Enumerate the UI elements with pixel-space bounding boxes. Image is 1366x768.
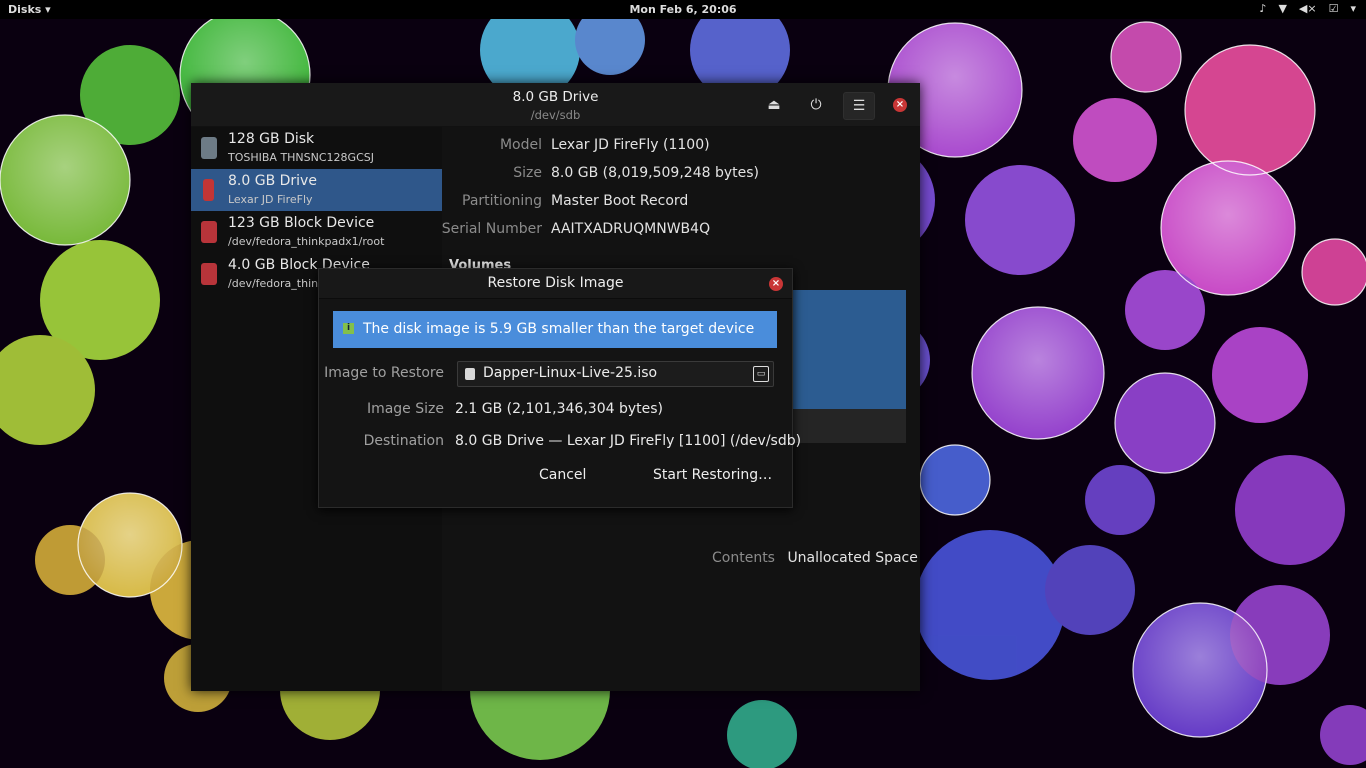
top-bar: Disks ▾ Mon Feb 6, 20:06 ♪ ▼ ◀× ☑ ▾ — [0, 0, 1366, 19]
power-off-button[interactable]: ⏻ — [801, 92, 831, 118]
device-label: 8.0 GB Drive — [228, 173, 317, 189]
close-icon: × — [893, 98, 907, 112]
partitioning-row: Partitioning Master Boot Record — [443, 193, 920, 213]
serial-row: Serial Number AAITXADRUQMNWB4Q — [441, 221, 920, 241]
device-sublabel: /dev/fedora_thin — [228, 277, 319, 290]
dialog-title: Restore Disk Image — [487, 275, 624, 291]
partitioning-label: Partitioning — [462, 193, 542, 209]
drive-menu-button[interactable]: ☰ — [843, 92, 875, 120]
music-icon[interactable]: ♪ — [1259, 2, 1266, 15]
model-label: Model — [499, 137, 542, 153]
serial-label: Serial Number — [441, 221, 542, 237]
volume-partition-block[interactable] — [793, 290, 906, 409]
destination-value: 8.0 GB Drive — Lexar JD FireFly [1100] (… — [455, 433, 802, 449]
restore-disk-image-dialog: Restore Disk Image × i The disk image is… — [318, 268, 801, 508]
contents-row: Contents Unallocated Space — [712, 550, 918, 566]
device-item-8gb-drive[interactable]: 8.0 GB Drive Lexar JD FireFly — [191, 169, 442, 211]
window-close-button[interactable]: × — [885, 92, 915, 118]
block-device-icon — [201, 263, 217, 285]
chevron-down-icon[interactable]: ▾ — [1350, 2, 1356, 15]
eject-button[interactable]: ⏏ — [759, 92, 789, 118]
size-value: 8.0 GB (8,019,509,248 bytes) — [551, 165, 759, 181]
info-bar: i The disk image is 5.9 GB smaller than … — [333, 311, 777, 348]
device-label: 128 GB Disk — [228, 131, 315, 147]
image-size-value: 2.1 GB (2,101,346,304 bytes) — [455, 401, 663, 417]
device-label: 123 GB Block Device — [228, 215, 375, 231]
hard-disk-icon — [201, 137, 217, 159]
cancel-button[interactable]: Cancel — [539, 467, 586, 483]
start-restoring-button[interactable]: Start Restoring… — [653, 467, 772, 483]
wifi-icon[interactable]: ▼ — [1278, 2, 1286, 15]
device-item-123gb-block[interactable]: 123 GB Block Device /dev/fedora_thinkpad… — [191, 211, 442, 253]
contents-label: Contents — [712, 550, 775, 566]
image-file-chooser[interactable]: Dapper-Linux-Live-25.iso ▭ — [457, 361, 774, 387]
volume-toolbar — [793, 409, 906, 443]
info-message: The disk image is 5.9 GB smaller than th… — [363, 321, 755, 337]
dialog-titlebar: Restore Disk Image × — [319, 269, 792, 299]
disc-image-icon — [465, 368, 475, 380]
usb-drive-icon — [203, 179, 214, 201]
dialog-close-button[interactable]: × — [769, 277, 783, 291]
volume-icon[interactable]: ◀× — [1299, 2, 1317, 15]
eject-icon: ⏏ — [767, 97, 781, 113]
header-bar: 8.0 GB Drive /dev/sdb ⏏ ⏻ ☰ × — [191, 83, 920, 127]
image-to-restore-label: Image to Restore — [324, 365, 444, 381]
size-label: Size — [513, 165, 542, 181]
model-value: Lexar JD FireFly (1100) — [551, 137, 710, 153]
destination-label: Destination — [363, 433, 444, 449]
serial-value: AAITXADRUQMNWB4Q — [551, 221, 711, 237]
checkbox-icon[interactable]: ☑ — [1329, 2, 1339, 15]
device-sublabel: Lexar JD FireFly — [228, 193, 313, 206]
contents-value: Unallocated Space — [787, 550, 918, 566]
open-folder-icon[interactable]: ▭ — [753, 366, 769, 382]
clock[interactable]: Mon Feb 6, 20:06 — [0, 3, 1366, 16]
image-file-name: Dapper-Linux-Live-25.iso — [483, 365, 658, 381]
model-row: Model Lexar JD FireFly (1100) — [443, 137, 920, 157]
hamburger-icon: ☰ — [852, 98, 866, 114]
system-tray[interactable]: ♪ ▼ ◀× ☑ ▾ — [1259, 2, 1356, 15]
info-icon: i — [343, 323, 354, 334]
size-row: Size 8.0 GB (8,019,509,248 bytes) — [443, 165, 920, 185]
power-icon: ⏻ — [810, 97, 822, 113]
device-item-128gb-disk[interactable]: 128 GB Disk TOSHIBA THNSNC128GCSJ — [191, 127, 442, 169]
image-size-label: Image Size — [366, 401, 444, 417]
block-device-icon — [201, 221, 217, 243]
device-sublabel: /dev/fedora_thinkpadx1/root — [228, 235, 385, 248]
partitioning-value: Master Boot Record — [551, 193, 689, 209]
device-sublabel: TOSHIBA THNSNC128GCSJ — [228, 151, 374, 164]
